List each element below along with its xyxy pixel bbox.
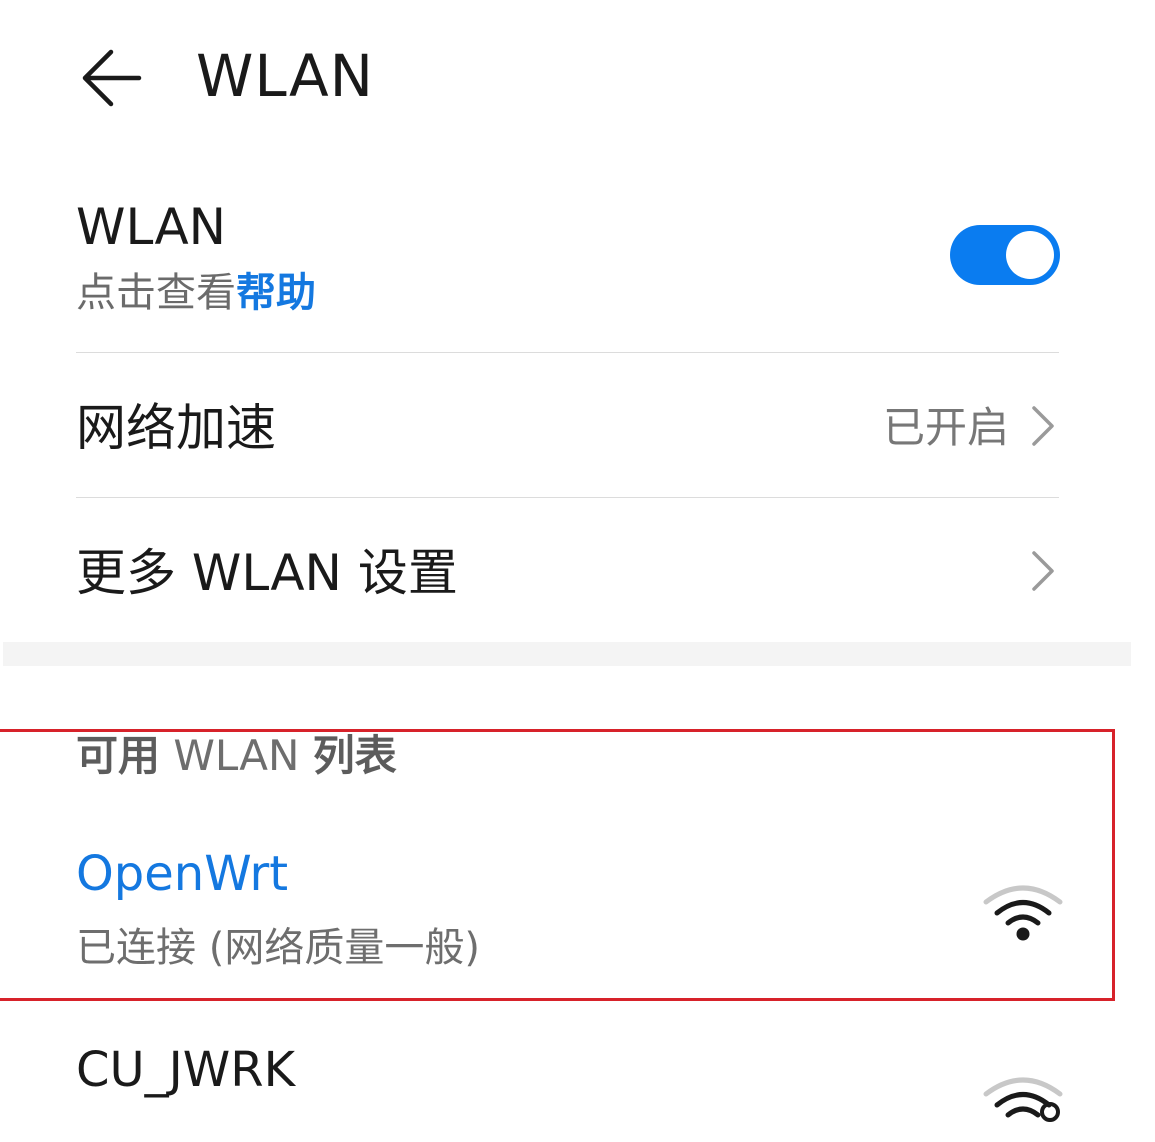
network-acceleration-status: 已开启 (882, 403, 1009, 452)
wlan-row-label: WLAN (76, 198, 227, 256)
wifi-signal-icon (983, 885, 1063, 941)
wifi-locked-icon (983, 1077, 1063, 1122)
section-separator (3, 642, 1131, 666)
toggle-knob (1006, 231, 1054, 279)
back-button[interactable] (66, 36, 156, 120)
section-title-part: 可用 (76, 731, 161, 780)
chevron-right-icon (1032, 406, 1054, 446)
more-wlan-settings-label: 更多 WLAN 设置 (76, 544, 458, 602)
network-acceleration-label: 网络加速 (76, 399, 276, 457)
network-ssid: OpenWrt (76, 846, 289, 902)
page-title: WLAN (196, 42, 375, 110)
wlan-help-prefix: 点击查看 (76, 270, 236, 316)
section-title-part: 列表 (312, 731, 397, 780)
network-status: 已连接 (网络质量一般) (76, 925, 480, 971)
help-link[interactable]: 帮助 (236, 270, 316, 316)
chevron-right-icon (1032, 551, 1054, 591)
back-arrow-icon (82, 49, 142, 107)
available-wlan-list-title: 可用 WLAN 列表 (76, 728, 397, 784)
wlan-help-text: 点击查看帮助 (76, 265, 316, 321)
wlan-toggle-switch[interactable] (950, 225, 1060, 285)
section-title-part: WLAN (173, 731, 300, 780)
network-ssid: CU_JWRK (76, 1042, 296, 1098)
